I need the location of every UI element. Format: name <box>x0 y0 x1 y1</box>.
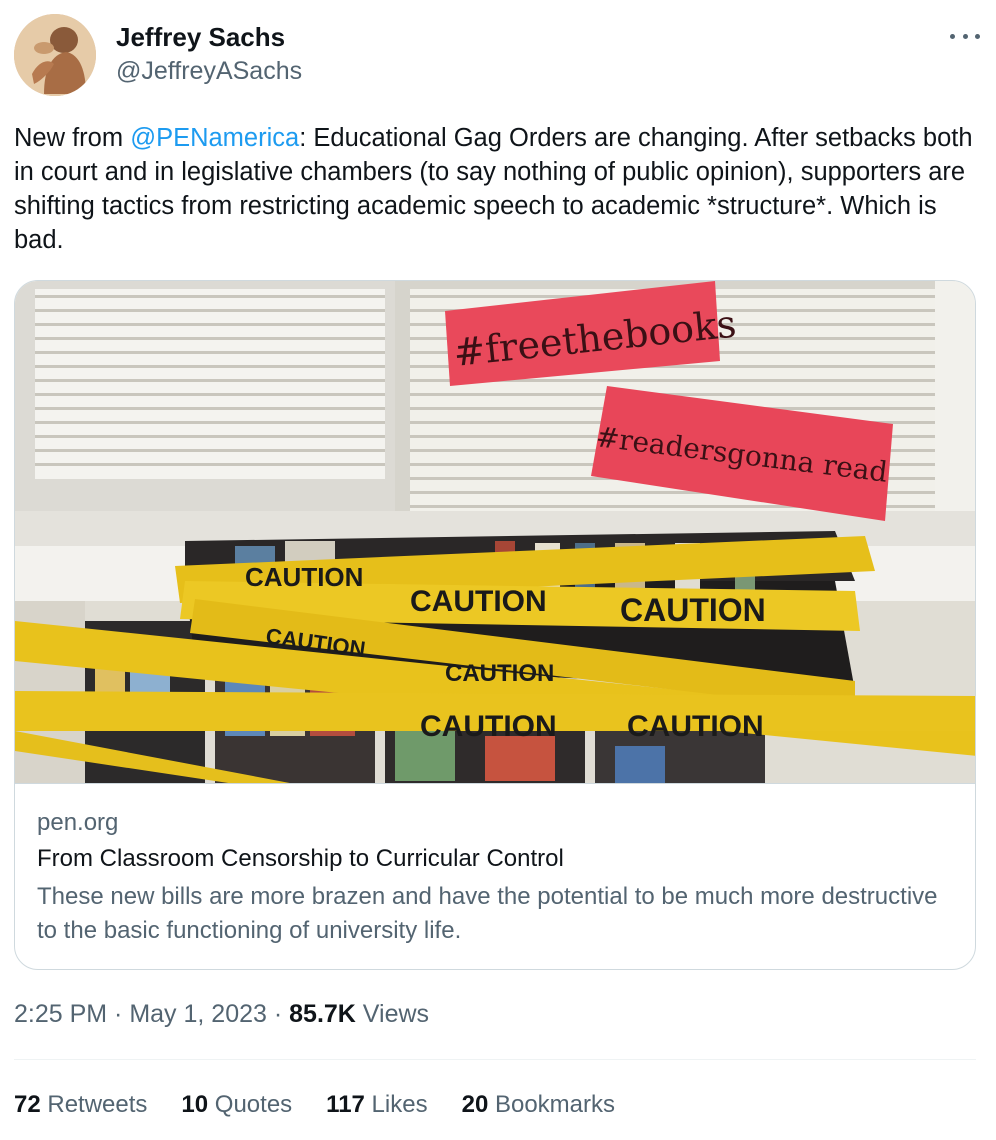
blind-slat <box>35 463 385 466</box>
card-domain: pen.org <box>37 809 119 836</box>
tweet-date[interactable]: May 1, 2023 <box>129 1000 267 1028</box>
bookmarks-stat[interactable]: 20 Bookmarks <box>462 1091 615 1119</box>
blind-slat <box>35 435 385 438</box>
separator: · <box>107 1000 130 1028</box>
tape-text: CAUTION <box>445 660 554 687</box>
blind-slat <box>35 309 385 312</box>
dot <box>962 33 968 39</box>
blind-slat <box>35 393 385 396</box>
divider <box>14 1059 976 1060</box>
avatar-image <box>14 14 96 96</box>
retweets-count: 72 <box>14 1091 41 1118</box>
quotes-stat[interactable]: 10 Quotes <box>181 1091 292 1119</box>
bookmarks-count: 20 <box>461 1091 489 1118</box>
tape-text: CAUTION <box>245 562 363 592</box>
card-title: From Classroom Censorship to Curricular … <box>37 845 564 872</box>
blind-slat <box>35 295 385 298</box>
tweet-meta: 2:25 PM · May 1, 2023 · 85.7K Views <box>14 1000 429 1029</box>
likes-count: 117 <box>326 1091 365 1118</box>
tape-text: CAUTION <box>620 592 766 628</box>
retweets-stat[interactable]: 72 Retweets <box>14 1091 147 1119</box>
blind-slat <box>35 365 385 368</box>
author-handle[interactable]: @JeffreyASachs <box>116 57 302 86</box>
views-count: 85.7K <box>289 1000 356 1028</box>
blind-slat <box>35 337 385 340</box>
card-description: These new bills are more brazen and have… <box>37 883 938 944</box>
blind-slat <box>35 323 385 326</box>
engagement-stats: 72 Retweets 10 Quotes 117 Likes 20 Bookm… <box>14 1091 615 1119</box>
tweet-text-before: New from <box>14 124 131 152</box>
tape-text: CAUTION <box>627 710 764 743</box>
dot <box>975 33 980 39</box>
blind-slat <box>35 449 385 452</box>
tweet-time[interactable]: 2:25 PM <box>14 1000 107 1028</box>
avatar[interactable] <box>14 14 96 96</box>
bookmarks-label: Bookmarks <box>488 1091 615 1118</box>
blind-slat <box>35 421 385 424</box>
quotes-count: 10 <box>181 1091 209 1118</box>
tape-text: CAUTION <box>410 585 547 618</box>
quotes-label: Quotes <box>208 1091 293 1118</box>
tape-text: CAUTION <box>420 710 557 743</box>
card-image[interactable]: CAUTION CAUTION CAUTION CAUTION CAUTION … <box>15 281 975 784</box>
blind-slat <box>35 379 385 382</box>
tweet-header: Jeffrey Sachs @JeffreyASachs <box>14 14 982 98</box>
blind-slat <box>35 407 385 410</box>
link-card[interactable]: CAUTION CAUTION CAUTION CAUTION CAUTION … <box>14 280 976 970</box>
author-name[interactable]: Jeffrey Sachs <box>116 22 285 53</box>
tweet-text: New from @PENamerica: Educational Gag Or… <box>14 121 979 257</box>
likes-label: Likes <box>364 1091 428 1118</box>
views-label: Views <box>355 1000 430 1028</box>
separator: · <box>266 1000 290 1028</box>
likes-stat[interactable]: 117 Likes <box>326 1091 427 1119</box>
blind-slat <box>35 351 385 354</box>
dot <box>950 33 955 39</box>
more-options-icon[interactable] <box>950 26 980 46</box>
mention-link[interactable]: @PENamerica <box>130 124 299 152</box>
retweets-label: Retweets <box>40 1091 148 1118</box>
